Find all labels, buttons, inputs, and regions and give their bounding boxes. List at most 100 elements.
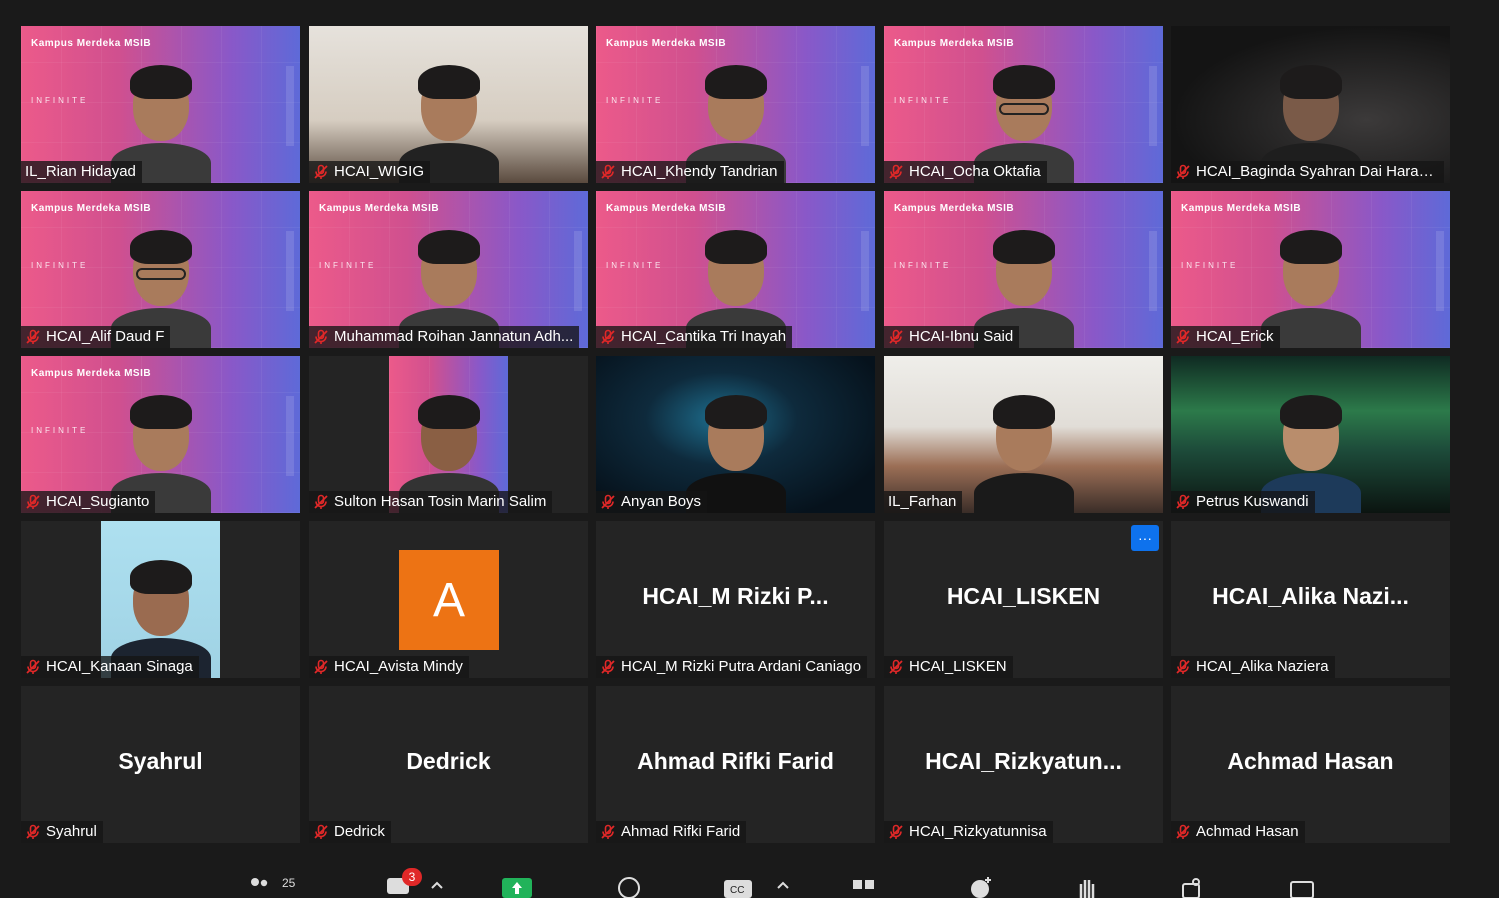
- chat-badge: 3: [402, 868, 422, 886]
- participant-center-name: Achmad Hasan: [1227, 748, 1394, 774]
- participant-tile[interactable]: Kampus Merdeka MSIB INFINITE HCAI_Alif Dau…: [21, 191, 300, 348]
- mic-muted-icon: [601, 329, 615, 344]
- participant-name-label: Muhammad Roihan Jannatun Adh...: [309, 326, 580, 348]
- participant-tile[interactable]: HCAI_Kanaan Sinaga: [21, 521, 300, 678]
- participant-tile[interactable]: Dedrick Dedrick: [309, 686, 588, 843]
- participant-tile[interactable]: Kampus Merdeka MSIB INFINITE HCAI-Ibnu Sai…: [884, 191, 1163, 348]
- brand-tagline: INFINITE: [894, 261, 952, 270]
- brand-tagline: INFINITE: [606, 261, 664, 270]
- participant-tile[interactable]: HCAI_Rizkyatun... HCAI_Rizkyatunnisa: [884, 686, 1163, 843]
- participant-tile[interactable]: Kampus Merdeka MSIB INFINITE HCAI_Ocha Okt…: [884, 26, 1163, 183]
- mic-muted-icon: [314, 659, 328, 674]
- meeting-toolbar: 25 CC: [0, 868, 1499, 898]
- mic-muted-icon: [314, 824, 328, 839]
- participant-tile[interactable]: Petrus Kuswandi: [1171, 356, 1450, 513]
- mic-muted-icon: [1176, 494, 1190, 509]
- brand-logo: Kampus Merdeka MSIB: [31, 203, 152, 214]
- brand-tagline: INFINITE: [894, 96, 952, 105]
- more-icon[interactable]: [1290, 874, 1314, 898]
- participant-tile[interactable]: Kampus Merdeka MSIB INFINITE HCAI_Cantika …: [596, 191, 875, 348]
- participant-name: HCAI_Kanaan Sinaga: [46, 658, 193, 675]
- brand-side-text: [861, 66, 869, 146]
- mic-muted-icon: [1176, 659, 1190, 674]
- participant-video: [389, 356, 508, 513]
- participant-tile[interactable]: HCAI_M Rizki P... HCAI_M Rizki Putra Arda…: [596, 521, 875, 678]
- participant-name: HCAI_WIGIG: [334, 163, 425, 180]
- participant-tile[interactable]: Kampus Merdeka MSIB INFINITE HCAI_Khendy T…: [596, 26, 875, 183]
- brand-logo: Kampus Merdeka MSIB: [894, 38, 1015, 49]
- avatar: A: [399, 550, 499, 650]
- brand-logo: Kampus Merdeka MSIB: [606, 38, 727, 49]
- participants-count: 25: [282, 876, 296, 890]
- share-screen-icon[interactable]: [502, 874, 532, 898]
- mic-muted-icon: [1176, 164, 1190, 179]
- participant-name: HCAI_Alif Daud F: [46, 328, 165, 345]
- participant-tile[interactable]: Syahrul Syahrul: [21, 686, 300, 843]
- participant-name-label: HCAI_Cantika Tri Inayah: [596, 326, 793, 348]
- participant-name-label: Sulton Hasan Tosin Marin Salim: [309, 491, 553, 513]
- brand-side-text: [1436, 231, 1444, 311]
- participant-tile[interactable]: Kampus Merdeka MSIB INFINITE Muhammad Roih…: [309, 191, 588, 348]
- brand-logo: Kampus Merdeka MSIB: [31, 38, 152, 49]
- mic-muted-icon: [26, 659, 40, 674]
- video-gallery-grid: Kampus Merdeka MSIB INFINITE IL_Rian Hiday…: [0, 0, 1499, 889]
- mic-muted-icon: [889, 329, 903, 344]
- mic-muted-icon: [26, 329, 40, 344]
- participant-name-label: HCAI_Khendy Tandrian: [596, 161, 784, 183]
- participant-name: Anyan Boys: [621, 493, 702, 510]
- participant-name-label: HCAI_Alif Daud F: [21, 326, 171, 348]
- participant-tile[interactable]: A HCAI_Avista Mindy: [309, 521, 588, 678]
- participant-center-name: HCAI_Rizkyatun...: [925, 748, 1122, 774]
- participant-center-name: Syahrul: [118, 748, 203, 774]
- apps-icon[interactable]: [852, 874, 876, 898]
- participant-tile[interactable]: Kampus Merdeka MSIB INFINITE HCAI_Erick: [1171, 191, 1450, 348]
- participant-name-label: Achmad Hasan: [1171, 821, 1305, 843]
- participant-name: HCAI_Erick: [1196, 328, 1274, 345]
- participant-tile[interactable]: IL_Farhan: [884, 356, 1163, 513]
- mic-muted-icon: [314, 164, 328, 179]
- participant-name: Achmad Hasan: [1196, 823, 1299, 840]
- participant-tile[interactable]: HCAI_Alika Nazi... HCAI_Alika Naziera: [1171, 521, 1450, 678]
- mic-muted-icon: [26, 824, 40, 839]
- participant-name-label: HCAI_Avista Mindy: [309, 656, 469, 678]
- participant-name-label: IL_Farhan: [884, 491, 963, 513]
- participant-name-label: HCAI_Baginda Syahran Dai Harah...: [1171, 161, 1444, 183]
- brand-logo: Kampus Merdeka MSIB: [894, 203, 1015, 214]
- captions-icon[interactable]: CC: [723, 874, 753, 898]
- brand-tagline: INFINITE: [31, 426, 89, 435]
- reactions-icon[interactable]: [969, 874, 993, 898]
- participant-name-label: HCAI_Kanaan Sinaga: [21, 656, 199, 678]
- participant-name: Syahrul: [46, 823, 97, 840]
- mic-muted-icon: [601, 164, 615, 179]
- participant-name: HCAI_Alika Naziera: [1196, 658, 1329, 675]
- participant-name: HCAI_Rizkyatunnisa: [909, 823, 1047, 840]
- participant-tile[interactable]: HCAI_WIGIG: [309, 26, 588, 183]
- whiteboard-icon[interactable]: [1180, 874, 1204, 898]
- participant-center-name: Ahmad Rifki Farid: [637, 748, 834, 774]
- raise-hand-icon[interactable]: [1075, 874, 1099, 898]
- participant-video: [101, 521, 220, 678]
- participant-name-label: HCAI_Rizkyatunnisa: [884, 821, 1053, 843]
- record-icon[interactable]: [617, 874, 641, 898]
- participants-icon[interactable]: [247, 874, 271, 898]
- participant-tile[interactable]: Achmad Hasan Achmad Hasan: [1171, 686, 1450, 843]
- participant-name-label: HCAI_Ocha Oktafia: [884, 161, 1047, 183]
- participant-tile[interactable]: HCAI_Baginda Syahran Dai Harah...: [1171, 26, 1450, 183]
- brand-logo: Kampus Merdeka MSIB: [606, 203, 727, 214]
- chevron-up-icon[interactable]: [776, 874, 790, 898]
- participant-tile[interactable]: Ahmad Rifki Farid Ahmad Rifki Farid: [596, 686, 875, 843]
- mic-muted-icon: [601, 494, 615, 509]
- brand-side-text: [1149, 231, 1157, 311]
- participant-tile[interactable]: Sulton Hasan Tosin Marin Salim: [309, 356, 588, 513]
- participant-name: HCAI_LISKEN: [909, 658, 1007, 675]
- participant-name: HCAI_Khendy Tandrian: [621, 163, 778, 180]
- more-options-button[interactable]: ···: [1131, 525, 1159, 551]
- participant-center-name: Dedrick: [406, 748, 491, 774]
- participant-tile[interactable]: Kampus Merdeka MSIB INFINITE IL_Rian Hiday…: [21, 26, 300, 183]
- participant-tile[interactable]: Kampus Merdeka MSIB INFINITE HCAI_Sugianto: [21, 356, 300, 513]
- participant-name: HCAI_Sugianto: [46, 493, 150, 510]
- participant-tile[interactable]: HCAI_LISKEN ··· HCAI_LISKEN: [884, 521, 1163, 678]
- chevron-up-icon[interactable]: [430, 874, 444, 898]
- mic-muted-icon: [314, 494, 328, 509]
- participant-tile[interactable]: Anyan Boys: [596, 356, 875, 513]
